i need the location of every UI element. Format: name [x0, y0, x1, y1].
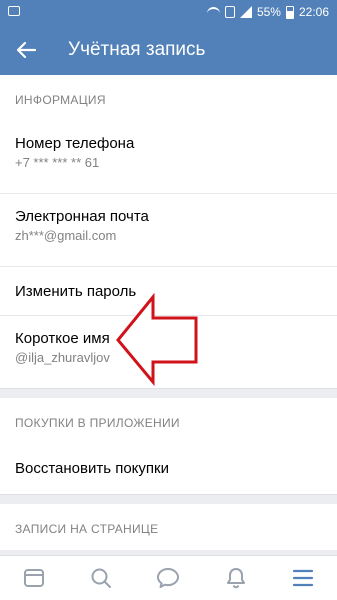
- notifications-icon: [226, 568, 245, 589]
- section-header-info: ИНФОРМАЦИЯ: [15, 93, 106, 107]
- image-icon: [8, 6, 20, 16]
- restore-purchases-label: Восстановить покупки: [15, 460, 169, 477]
- short-name-label: Короткое имя: [15, 330, 110, 347]
- short-name-value: @ilja_zhuravljov: [15, 350, 110, 365]
- bottom-tab-bar: [0, 555, 337, 600]
- settings-list: ИНФОРМАЦИЯ Номер телефона +7 *** *** ** …: [0, 75, 337, 555]
- change-password-label: Изменить пароль: [15, 283, 137, 300]
- wifi-icon: [206, 7, 220, 17]
- email-row[interactable]: Электронная почта zh***@gmail.com: [0, 194, 337, 266]
- menu-icon: [293, 569, 314, 587]
- section-gap: [0, 494, 337, 504]
- tab-messages[interactable]: [148, 558, 188, 598]
- battery-percent: 55%: [256, 5, 281, 19]
- email-value: zh***@gmail.com: [15, 228, 117, 243]
- section-header-purchases: ПОКУПКИ В ПРИЛОЖЕНИИ: [15, 416, 180, 430]
- tab-news[interactable]: [14, 558, 54, 598]
- posts-section: ЗАПИСИ НА СТРАНИЦЕ: [0, 504, 337, 550]
- email-label: Электронная почта: [15, 208, 149, 225]
- page-title: Учётная запись: [68, 39, 206, 60]
- change-password-row[interactable]: Изменить пароль: [0, 267, 337, 315]
- status-icons: 55% 22:06: [206, 5, 329, 19]
- clock: 22:06: [298, 5, 329, 19]
- section-header-posts: ЗАПИСИ НА СТРАНИЦЕ: [15, 522, 159, 536]
- purchases-section: ПОКУПКИ В ПРИЛОЖЕНИИ Восстановить покупк…: [0, 398, 337, 494]
- news-icon: [23, 569, 44, 587]
- back-arrow-icon: [16, 41, 36, 59]
- back-button[interactable]: [10, 35, 42, 65]
- section-gap: [0, 388, 337, 398]
- phone-label: Номер телефона: [15, 135, 135, 152]
- signal-icon: [239, 6, 252, 18]
- tab-search[interactable]: [81, 558, 121, 598]
- status-bar: 55% 22:06: [0, 0, 337, 25]
- tab-notifications[interactable]: [216, 558, 256, 598]
- restore-purchases-row[interactable]: Восстановить покупки: [0, 444, 337, 494]
- short-name-row[interactable]: Короткое имя @ilja_zhuravljov: [0, 316, 337, 388]
- phone-value: +7 *** *** ** 61: [15, 155, 100, 170]
- tab-menu[interactable]: [283, 558, 323, 598]
- search-icon: [91, 568, 112, 588]
- phone-row[interactable]: Номер телефона +7 *** *** ** 61: [0, 121, 337, 193]
- battery-icon: [285, 5, 294, 19]
- info-section: ИНФОРМАЦИЯ Номер телефона +7 *** *** ** …: [0, 75, 337, 388]
- messages-icon: [157, 568, 180, 588]
- app-bar: Учётная запись: [0, 25, 337, 75]
- sim-icon: [224, 6, 235, 18]
